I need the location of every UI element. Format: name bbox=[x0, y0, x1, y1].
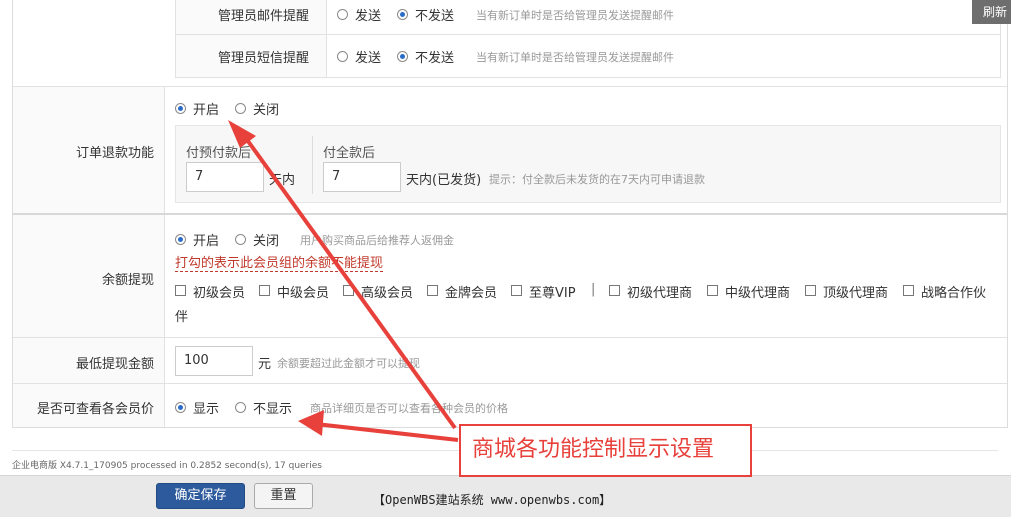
annotation-box: 商城各功能控制显示设置 bbox=[459, 424, 752, 477]
arrow-head-left bbox=[298, 410, 324, 436]
arrow-line-up bbox=[238, 128, 457, 430]
arrow-line-left bbox=[315, 422, 459, 442]
